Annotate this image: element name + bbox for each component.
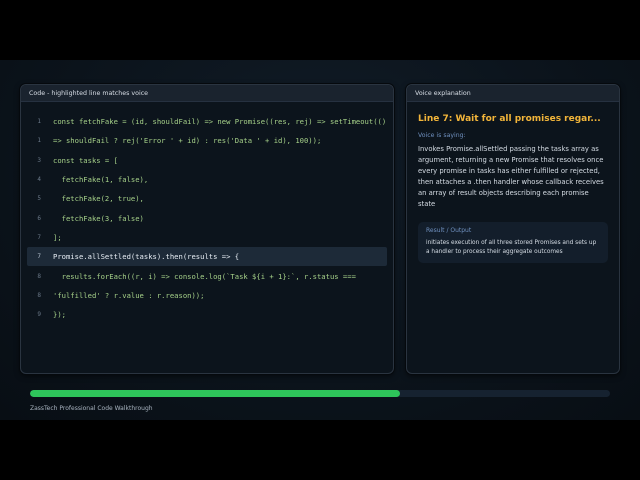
line-code: Promise.allSettled(tasks).then(results =… <box>53 252 240 262</box>
line-code: const tasks = [ <box>53 155 118 165</box>
line-code: fetchFake(1, false), <box>53 175 149 185</box>
line-number: 3 <box>37 156 41 164</box>
voice-explanation-text: Invokes Promise.allSettled passing the t… <box>418 145 604 209</box>
footer-brand: ZassTech Professional Code Walkthrough <box>30 405 153 412</box>
line-number: 1 <box>37 118 41 126</box>
voice-saying-label: Voice is saying: <box>418 132 466 139</box>
code-line: 9 }); <box>27 305 387 324</box>
voice-panel: Voice explanation Line 7: Wait for all p… <box>406 84 620 374</box>
progress-bar <box>30 390 610 397</box>
line-number: 4 <box>37 176 41 184</box>
line-code: fetchFake(2, true), <box>53 194 144 204</box>
code-line: 1 => shouldFail ? rej('Error ' + id) : r… <box>27 131 387 150</box>
line-code: ]; <box>53 232 62 242</box>
code-line: 1 const fetchFake = (id, shouldFail) => … <box>27 112 387 131</box>
code-line: 3 const tasks = [ <box>27 151 387 170</box>
walkthrough-stage: Code - highlighted line matches voice 1 … <box>0 60 640 420</box>
line-number: 8 <box>37 272 41 280</box>
code-line: 7 ]; <box>27 228 387 247</box>
line-number: 5 <box>37 195 41 203</box>
line-code: fetchFake(3, false) <box>53 213 144 223</box>
line-code: }); <box>53 310 66 320</box>
line-number: 7 <box>37 253 41 261</box>
line-code: 'fulfilled' ? r.value : r.reason)); <box>53 290 205 300</box>
code-panel-header: Code - highlighted line matches voice <box>21 85 393 102</box>
code-line: 4 fetchFake(1, false), <box>27 170 387 189</box>
code-line-highlighted: 7 Promise.allSettled(tasks).then(results… <box>27 247 387 267</box>
code-panel: Code - highlighted line matches voice 1 … <box>20 84 394 374</box>
voice-panel-header: Voice explanation <box>407 85 619 102</box>
code-line: 8 results.forEach((r, i) => console.log(… <box>27 266 387 285</box>
voice-title: Line 7: Wait for all promises regar... <box>418 114 601 124</box>
line-number: 9 <box>37 311 41 319</box>
code-line: 5 fetchFake(2, true), <box>27 189 387 208</box>
line-code: => shouldFail ? rej('Error ' + id) : res… <box>53 136 322 146</box>
line-number: 7 <box>37 233 41 241</box>
line-code: const fetchFake = (id, shouldFail) => ne… <box>53 117 387 127</box>
result-output-box: Result / Output initiates execution of a… <box>418 221 608 264</box>
line-code: results.forEach((r, i) => console.log(`T… <box>53 271 356 281</box>
code-line: 8 'fulfilled' ? r.value : r.reason)); <box>27 286 387 305</box>
code-body: 1 const fetchFake = (id, shouldFail) => … <box>21 102 393 324</box>
line-number: 8 <box>37 291 41 299</box>
line-number: 6 <box>37 214 41 222</box>
progress-bar-fill <box>30 390 401 397</box>
code-line: 6 fetchFake(3, false) <box>27 208 387 227</box>
result-text: initiates execution of all three stored … <box>426 239 597 255</box>
line-number: 1 <box>37 137 41 145</box>
result-label: Result / Output <box>426 226 472 234</box>
voice-body: Line 7: Wait for all promises regar... V… <box>407 102 619 264</box>
